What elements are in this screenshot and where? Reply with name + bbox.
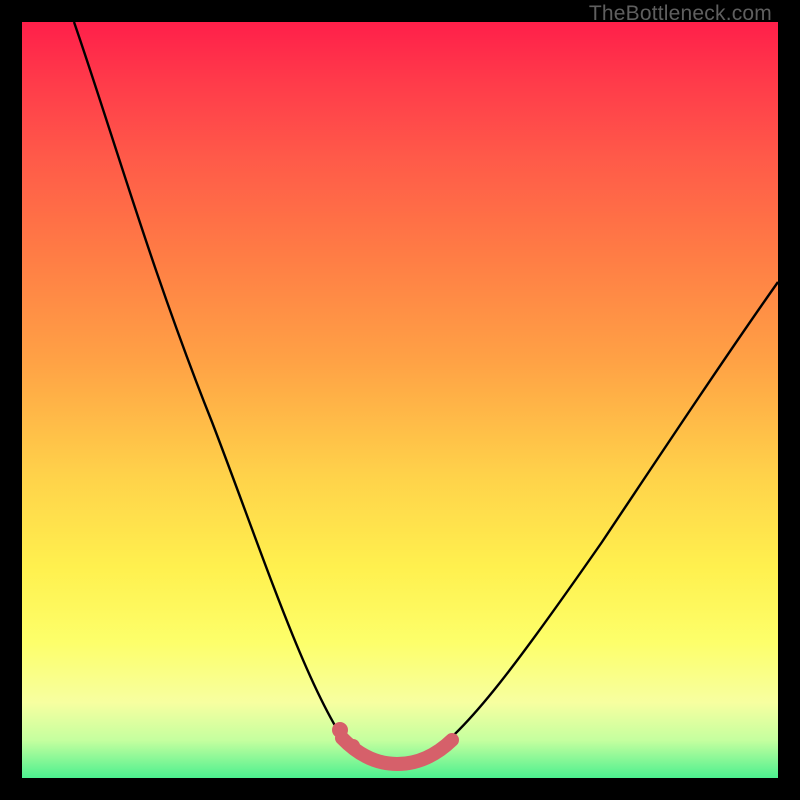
chart-plot-area [22,22,778,778]
bottleneck-curve-svg [22,22,778,778]
bottleneck-curve [74,22,778,764]
trough-highlight-dot [332,722,348,738]
trough-highlight-dot [346,739,360,753]
watermark-text: TheBottleneck.com [589,2,772,26]
